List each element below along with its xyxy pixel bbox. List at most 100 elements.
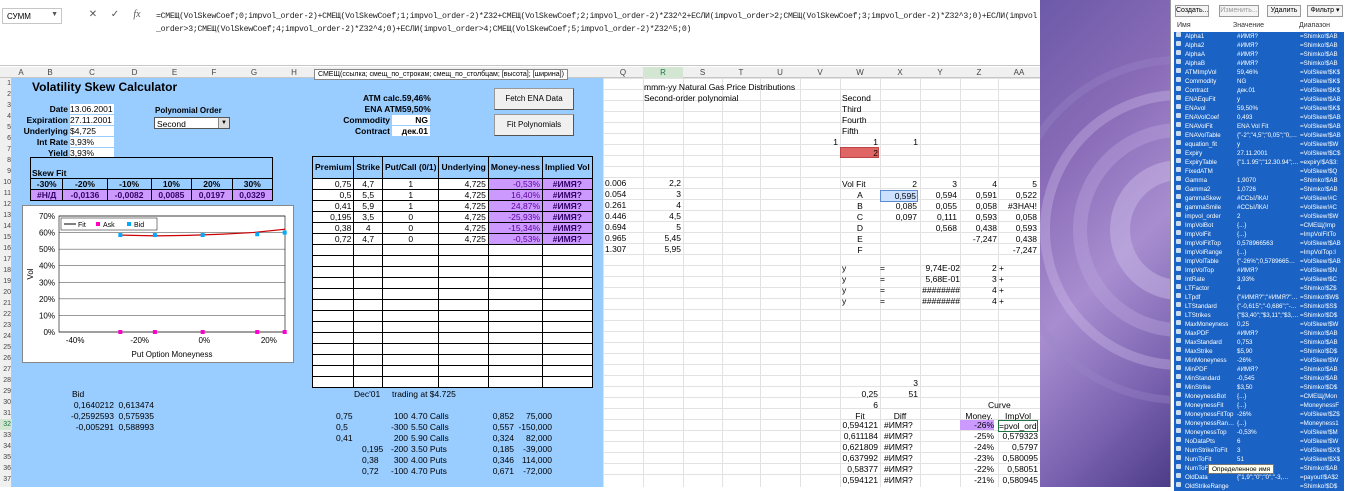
row-header[interactable]: 23: [0, 320, 12, 331]
column-header[interactable]: G: [234, 67, 274, 78]
money-value[interactable]: -24%: [960, 442, 994, 452]
trade-qty[interactable]: -200: [370, 444, 408, 454]
options-cell-empty[interactable]: [311, 255, 355, 267]
trade-desc[interactable]: 4.70 Calls: [411, 411, 449, 421]
name-list-item[interactable]: ImpVolBot {...} =СМЕЩ(Imp: [1174, 221, 1344, 230]
commodity-value[interactable]: NG: [392, 115, 430, 125]
name-list-item[interactable]: ImpVolFit {...} =ImpVolFitTo: [1174, 230, 1344, 239]
options-cell[interactable]: 4,725: [438, 233, 489, 245]
options-cell-empty[interactable]: [542, 266, 593, 278]
options-cell[interactable]: #ИМЯ?: [542, 222, 593, 234]
trade-delta[interactable]: 0,346: [484, 455, 514, 465]
options-cell[interactable]: 0: [381, 233, 440, 245]
options-cell-empty[interactable]: [381, 376, 440, 388]
options-cell[interactable]: 3,5: [353, 211, 383, 223]
row-header[interactable]: 29: [0, 386, 12, 397]
name-list-item[interactable]: equation_fit y =VolSkew!$W: [1174, 140, 1344, 149]
name-list-item[interactable]: FixedATM =VolSkew!$Q: [1174, 167, 1344, 176]
cell-x28[interactable]: 3: [880, 378, 918, 388]
q-value[interactable]: 0.054: [605, 189, 626, 199]
name-list-item[interactable]: MoneynessFitTop -26% =VolSkew!$Z$: [1174, 410, 1344, 419]
options-cell-empty[interactable]: [542, 299, 593, 311]
row-header[interactable]: 26: [0, 353, 12, 364]
options-cell-empty[interactable]: [311, 365, 355, 377]
vol-fit-cell[interactable]: 0,055: [920, 201, 958, 211]
options-cell-empty[interactable]: [487, 354, 544, 366]
vol-fit-cell[interactable]: #ЗНАЧ!: [1000, 201, 1038, 211]
options-cell[interactable]: -15,34%: [487, 222, 544, 234]
row-header[interactable]: 35: [0, 452, 12, 463]
options-cell[interactable]: #ИМЯ?: [542, 178, 593, 190]
equation-order[interactable]: 2 +: [966, 263, 1004, 273]
cell-x6[interactable]: 1: [880, 137, 918, 147]
vol-fit-cell[interactable]: 0,058: [960, 201, 998, 211]
fit-polynomials-button[interactable]: Fit Polynomials: [494, 114, 574, 136]
row-header[interactable]: 19: [0, 276, 12, 287]
name-list-item[interactable]: MaxPDF #ИМЯ? =Shimko!$AB: [1174, 329, 1344, 338]
equation-value[interactable]: ########: [920, 296, 960, 306]
vol-fit-cell[interactable]: -7,247: [1000, 245, 1038, 255]
name-list-item[interactable]: LTStandard {"-0,615";"-0,686";"-… =Shimko!…: [1174, 302, 1344, 311]
name-list-item[interactable]: MoneynessBot {...} =СМЕЩ(Mon: [1174, 392, 1344, 401]
options-cell-empty[interactable]: [542, 255, 593, 267]
options-cell[interactable]: 0,38: [311, 222, 355, 234]
q-value[interactable]: 0.006: [605, 178, 626, 188]
vol-fit-cell[interactable]: 0,111: [920, 212, 958, 222]
options-cell[interactable]: 1: [381, 178, 440, 190]
diff-value[interactable]: #ИМЯ?: [884, 453, 913, 463]
column-header[interactable]: Q: [603, 67, 643, 78]
name-list-item[interactable]: IntRate 3,93% =VolSkew!$C: [1174, 275, 1344, 284]
filter-button[interactable]: Фильтр ▾: [1307, 5, 1343, 17]
r-value[interactable]: 3: [643, 189, 681, 199]
trade-premium[interactable]: 0,5: [336, 422, 348, 432]
impvol-value[interactable]: 0,580945: [998, 475, 1038, 485]
name-list-item[interactable]: ExpiryTable {"1.1.95";"12.30.94";… =expiry…: [1174, 158, 1344, 167]
options-cell-empty[interactable]: [311, 321, 355, 333]
options-cell-empty[interactable]: [487, 255, 544, 267]
name-list-item[interactable]: LTpdf {"#ИМЯ?";"#ИМЯ?"… =Shimko!$W$: [1174, 293, 1344, 302]
options-cell[interactable]: -25,93%: [487, 211, 544, 223]
r-value[interactable]: 2,2: [643, 178, 681, 188]
options-cell[interactable]: 4,725: [438, 211, 489, 223]
q-value[interactable]: 0.446: [605, 211, 626, 221]
equation-order[interactable]: 4 +: [966, 296, 1004, 306]
column-header[interactable]: W: [840, 67, 880, 78]
name-list-item[interactable]: ImpVolRange {...} =ImpVolTop:I: [1174, 248, 1344, 257]
row-header[interactable]: 3: [0, 100, 12, 111]
trade-qty[interactable]: 300: [370, 455, 408, 465]
trade-delta[interactable]: 0,671: [484, 466, 514, 476]
r-value[interactable]: 5,95: [643, 244, 681, 254]
row-header[interactable]: 30: [0, 397, 12, 408]
confirm-icon[interactable]: ✓: [108, 9, 122, 20]
options-cell[interactable]: 4,725: [438, 200, 489, 212]
name-list-item[interactable]: MinMoneyness -26% =VolSkew!$W: [1174, 356, 1344, 365]
options-cell[interactable]: 4: [353, 222, 383, 234]
options-cell-empty[interactable]: [438, 244, 489, 256]
options-cell[interactable]: 4,7: [353, 233, 383, 245]
options-cell-empty[interactable]: [542, 354, 593, 366]
name-list-item[interactable]: NumToFit 51 =VolSkew!$X$: [1174, 455, 1344, 464]
row-header[interactable]: 28: [0, 375, 12, 386]
options-cell-empty[interactable]: [542, 365, 593, 377]
cell-w29[interactable]: 0,25: [840, 389, 878, 399]
coef-value[interactable]: 0,588993: [114, 422, 154, 432]
money-value[interactable]: -26%: [960, 420, 994, 430]
edit-name-button[interactable]: Изменить...: [1219, 5, 1259, 17]
options-cell-empty[interactable]: [487, 299, 544, 311]
row-header[interactable]: 20: [0, 287, 12, 298]
name-list-item[interactable]: ENAVolTable {"-2";"4,5";"0,05";"0,… =VolSk…: [1174, 131, 1344, 140]
diff-value[interactable]: #ИМЯ?: [884, 431, 913, 441]
column-header[interactable]: E: [155, 67, 194, 78]
row-header[interactable]: 31: [0, 408, 12, 419]
options-cell-empty[interactable]: [353, 244, 383, 256]
options-cell-empty[interactable]: [487, 277, 544, 289]
coef-value[interactable]: 0,613474: [114, 400, 154, 410]
vol-fit-cell[interactable]: 0,594: [920, 190, 958, 200]
options-cell[interactable]: 0,72: [311, 233, 355, 245]
options-cell-empty[interactable]: [487, 266, 544, 278]
vol-fit-cell[interactable]: 0,522: [1000, 190, 1038, 200]
row-header[interactable]: 8: [0, 155, 12, 166]
row-header[interactable]: 21: [0, 298, 12, 309]
options-cell-empty[interactable]: [438, 310, 489, 322]
cell-w6[interactable]: 1: [840, 137, 878, 147]
